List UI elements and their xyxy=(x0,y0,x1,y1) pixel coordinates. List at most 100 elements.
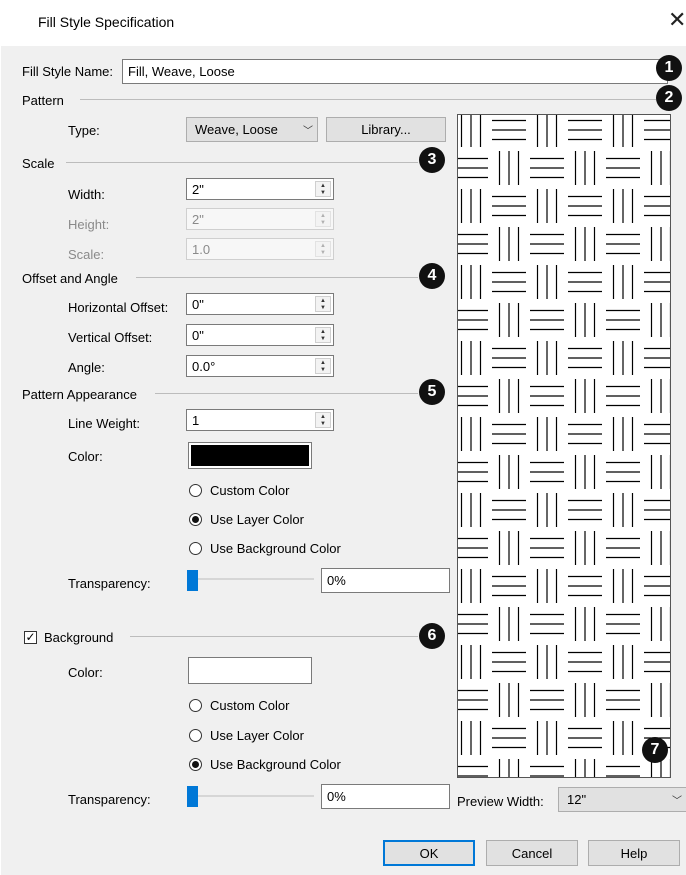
offset-angle-heading: Offset and Angle xyxy=(22,271,118,286)
horizontal-offset-spinner[interactable]: 0" ▲ ▼ xyxy=(186,293,334,315)
pattern-divider xyxy=(80,99,656,100)
pattern-radio-custom-color[interactable] xyxy=(189,484,202,497)
scale-value: 1.0 xyxy=(192,241,211,257)
offset-angle-divider xyxy=(136,277,418,278)
height-spinner: 2" ▲ ▼ xyxy=(186,208,334,230)
angle-label: Angle: xyxy=(68,360,105,375)
background-color-swatch[interactable] xyxy=(188,657,312,684)
spin-up-icon: ▲ xyxy=(320,242,326,249)
background-radio-use-layer-color[interactable] xyxy=(189,729,202,742)
background-radio-custom-color-label[interactable]: Custom Color xyxy=(210,698,289,713)
spin-down-icon[interactable]: ▼ xyxy=(316,335,330,342)
fill-style-name-label: Fill Style Name: xyxy=(22,64,114,79)
pattern-type-label: Type: xyxy=(68,123,100,138)
pattern-radio-custom-color-label[interactable]: Custom Color xyxy=(210,483,289,498)
spin-up-icon[interactable]: ▲ xyxy=(316,413,330,420)
spin-up-icon: ▲ xyxy=(320,212,326,219)
pattern-transparency-field[interactable]: 0% xyxy=(321,568,450,593)
callout-1: 1 xyxy=(656,55,682,81)
height-label: Height: xyxy=(68,217,110,232)
line-weight-label: Line Weight: xyxy=(68,416,141,431)
vertical-offset-spinner[interactable]: 0" ▲ ▼ xyxy=(186,324,334,346)
weave-pattern-preview xyxy=(458,115,670,777)
background-transparency-field[interactable]: 0% xyxy=(321,784,450,809)
scale-heading: Scale xyxy=(22,156,55,171)
background-radio-use-background-color-label[interactable]: Use Background Color xyxy=(210,757,341,772)
preview-width-select[interactable]: 12" ﹀ xyxy=(558,787,686,812)
scale-spinner: 1.0 ▲ ▼ xyxy=(186,238,334,260)
pattern-color-swatch[interactable] xyxy=(188,442,312,469)
cancel-button[interactable]: Cancel xyxy=(486,840,578,866)
angle-spinner[interactable]: 0.0° ▲ ▼ xyxy=(186,355,334,377)
horizontal-offset-value: 0" xyxy=(192,296,204,312)
callout-6: 6 xyxy=(419,623,445,649)
background-transparency-label: Transparency: xyxy=(68,792,151,807)
library-button[interactable]: Library... xyxy=(326,117,446,142)
background-divider xyxy=(130,636,418,637)
pattern-color-fill xyxy=(191,445,309,466)
spin-down-icon: ▼ xyxy=(320,219,326,226)
spinner-buttons[interactable]: ▲ ▼ xyxy=(315,296,331,312)
background-checkbox[interactable]: ✓ xyxy=(24,631,37,644)
width-label: Width: xyxy=(68,187,105,202)
pattern-type-value: Weave, Loose xyxy=(195,122,278,137)
preview-width-value: 12" xyxy=(567,792,587,807)
spinner-buttons[interactable]: ▲ ▼ xyxy=(315,327,331,343)
preview-width-label: Preview Width: xyxy=(457,794,544,809)
chevron-down-icon: ﹀ xyxy=(672,796,682,807)
vertical-offset-value: 0" xyxy=(192,327,204,343)
background-radio-use-background-color[interactable] xyxy=(189,758,202,771)
spinner-buttons[interactable]: ▲ ▼ xyxy=(315,412,331,428)
pattern-color-label: Color: xyxy=(68,449,103,464)
ok-button[interactable]: OK xyxy=(383,840,475,866)
spin-down-icon: ▼ xyxy=(320,249,326,256)
pattern-transparency-slider-thumb[interactable] xyxy=(187,570,198,591)
background-color-label: Color: xyxy=(68,665,103,680)
help-button[interactable]: Help xyxy=(588,840,680,866)
callout-5: 5 xyxy=(419,379,445,405)
horizontal-offset-label: Horizontal Offset: xyxy=(68,300,169,315)
pattern-radio-use-layer-color[interactable] xyxy=(189,513,202,526)
spin-up-icon[interactable]: ▲ xyxy=(316,328,330,335)
spin-up-icon[interactable]: ▲ xyxy=(316,359,330,366)
spinner-buttons[interactable]: ▲ ▼ xyxy=(315,358,331,374)
spin-up-icon[interactable]: ▲ xyxy=(316,297,330,304)
pattern-radio-use-layer-color-label[interactable]: Use Layer Color xyxy=(210,512,304,527)
pattern-appearance-divider xyxy=(155,393,418,394)
close-icon[interactable]: ✕ xyxy=(668,9,686,31)
callout-4: 4 xyxy=(419,263,445,289)
spinner-buttons: ▲ ▼ xyxy=(315,211,331,227)
pattern-radio-use-background-color[interactable] xyxy=(189,542,202,555)
width-value: 2" xyxy=(192,181,204,197)
background-radio-use-layer-color-label[interactable]: Use Layer Color xyxy=(210,728,304,743)
spin-down-icon[interactable]: ▼ xyxy=(316,420,330,427)
spinner-buttons: ▲ ▼ xyxy=(315,241,331,257)
background-heading[interactable]: Background xyxy=(44,630,113,645)
fill-style-name-field[interactable]: Fill, Weave, Loose xyxy=(122,59,668,84)
line-weight-spinner[interactable]: 1 ▲ ▼ xyxy=(186,409,334,431)
radio-selected-dot xyxy=(192,516,199,523)
pattern-transparency-track[interactable] xyxy=(190,578,314,580)
callout-3: 3 xyxy=(419,147,445,173)
background-transparency-slider-thumb[interactable] xyxy=(187,786,198,807)
radio-selected-dot xyxy=(192,761,199,768)
vertical-offset-label: Vertical Offset: xyxy=(68,330,153,345)
spin-down-icon[interactable]: ▼ xyxy=(316,189,330,196)
pattern-transparency-label: Transparency: xyxy=(68,576,151,591)
pattern-radio-use-background-color-label[interactable]: Use Background Color xyxy=(210,541,341,556)
width-spinner[interactable]: 2" ▲ ▼ xyxy=(186,178,334,200)
pattern-heading: Pattern xyxy=(22,93,64,108)
spin-down-icon[interactable]: ▼ xyxy=(316,366,330,373)
spin-down-icon[interactable]: ▼ xyxy=(316,304,330,311)
callout-7: 7 xyxy=(642,737,668,763)
background-transparency-track[interactable] xyxy=(190,795,314,797)
background-radio-custom-color[interactable] xyxy=(189,699,202,712)
scale-label: Scale: xyxy=(68,247,105,262)
spin-up-icon[interactable]: ▲ xyxy=(316,182,330,189)
pattern-type-select[interactable]: Weave, Loose ﹀ xyxy=(186,117,318,142)
height-value: 2" xyxy=(192,211,204,227)
spinner-buttons[interactable]: ▲ ▼ xyxy=(315,181,331,197)
chevron-down-icon: ﹀ xyxy=(303,126,313,137)
line-weight-value: 1 xyxy=(192,412,200,428)
dialog-title: Fill Style Specification xyxy=(38,14,175,30)
